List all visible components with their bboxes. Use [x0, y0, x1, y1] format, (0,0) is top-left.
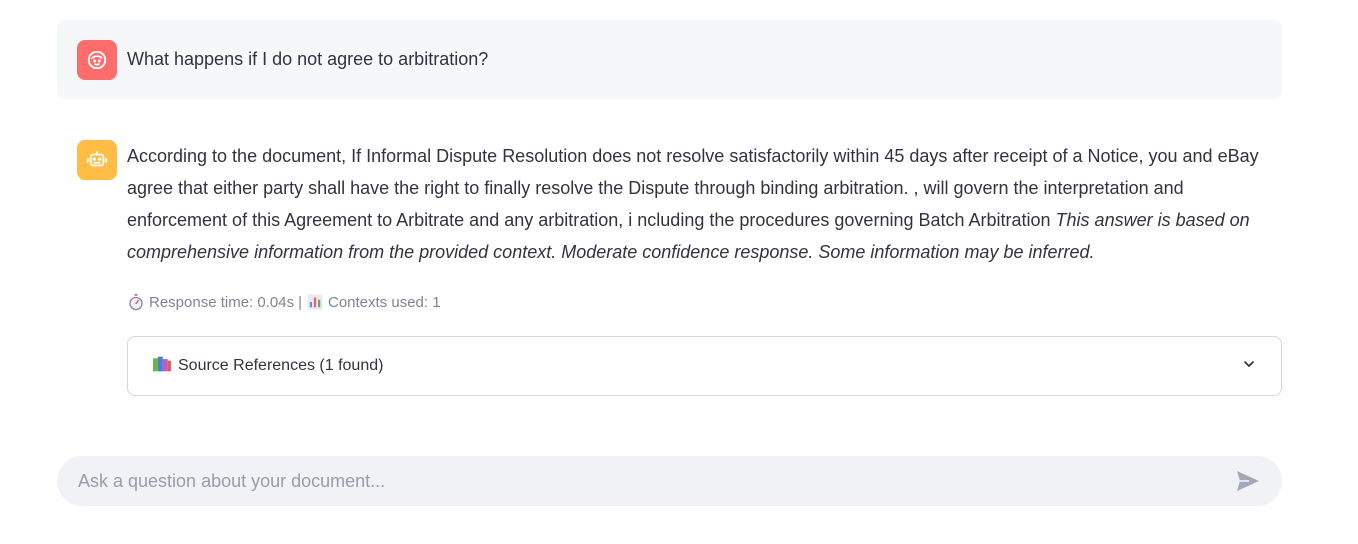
assistant-answer: According to the document, If Informal D… — [127, 140, 1277, 268]
source-references-expander[interactable]: Source References (1 found) — [127, 336, 1282, 396]
send-icon — [1237, 471, 1259, 491]
user-message: What happens if I do not agree to arbitr… — [57, 20, 1282, 99]
response-meta: Response time: 0.04s | Contexts used: 1 — [127, 292, 1277, 312]
robot-icon — [86, 150, 108, 167]
contexts-used: Contexts used: 1 — [327, 293, 441, 311]
meta-separator: | — [298, 293, 302, 311]
response-time: Response time: 0.04s — [149, 293, 295, 311]
assistant-avatar — [77, 140, 117, 180]
books-icon — [152, 355, 172, 378]
chevron-down-icon[interactable] — [1241, 356, 1257, 377]
user-avatar — [77, 39, 117, 80]
send-button[interactable] — [1234, 467, 1262, 495]
bar-chart-icon — [306, 293, 324, 311]
chat-input-bar — [57, 456, 1282, 506]
source-references-label: Source References (1 found) — [178, 357, 384, 374]
user-message-text: What happens if I do not agree to arbitr… — [127, 49, 489, 69]
chat-page: What happens if I do not agree to arbitr… — [0, 0, 1358, 544]
chat-input[interactable] — [78, 470, 1234, 492]
user-face-icon — [87, 50, 107, 69]
stopwatch-icon — [127, 293, 145, 311]
